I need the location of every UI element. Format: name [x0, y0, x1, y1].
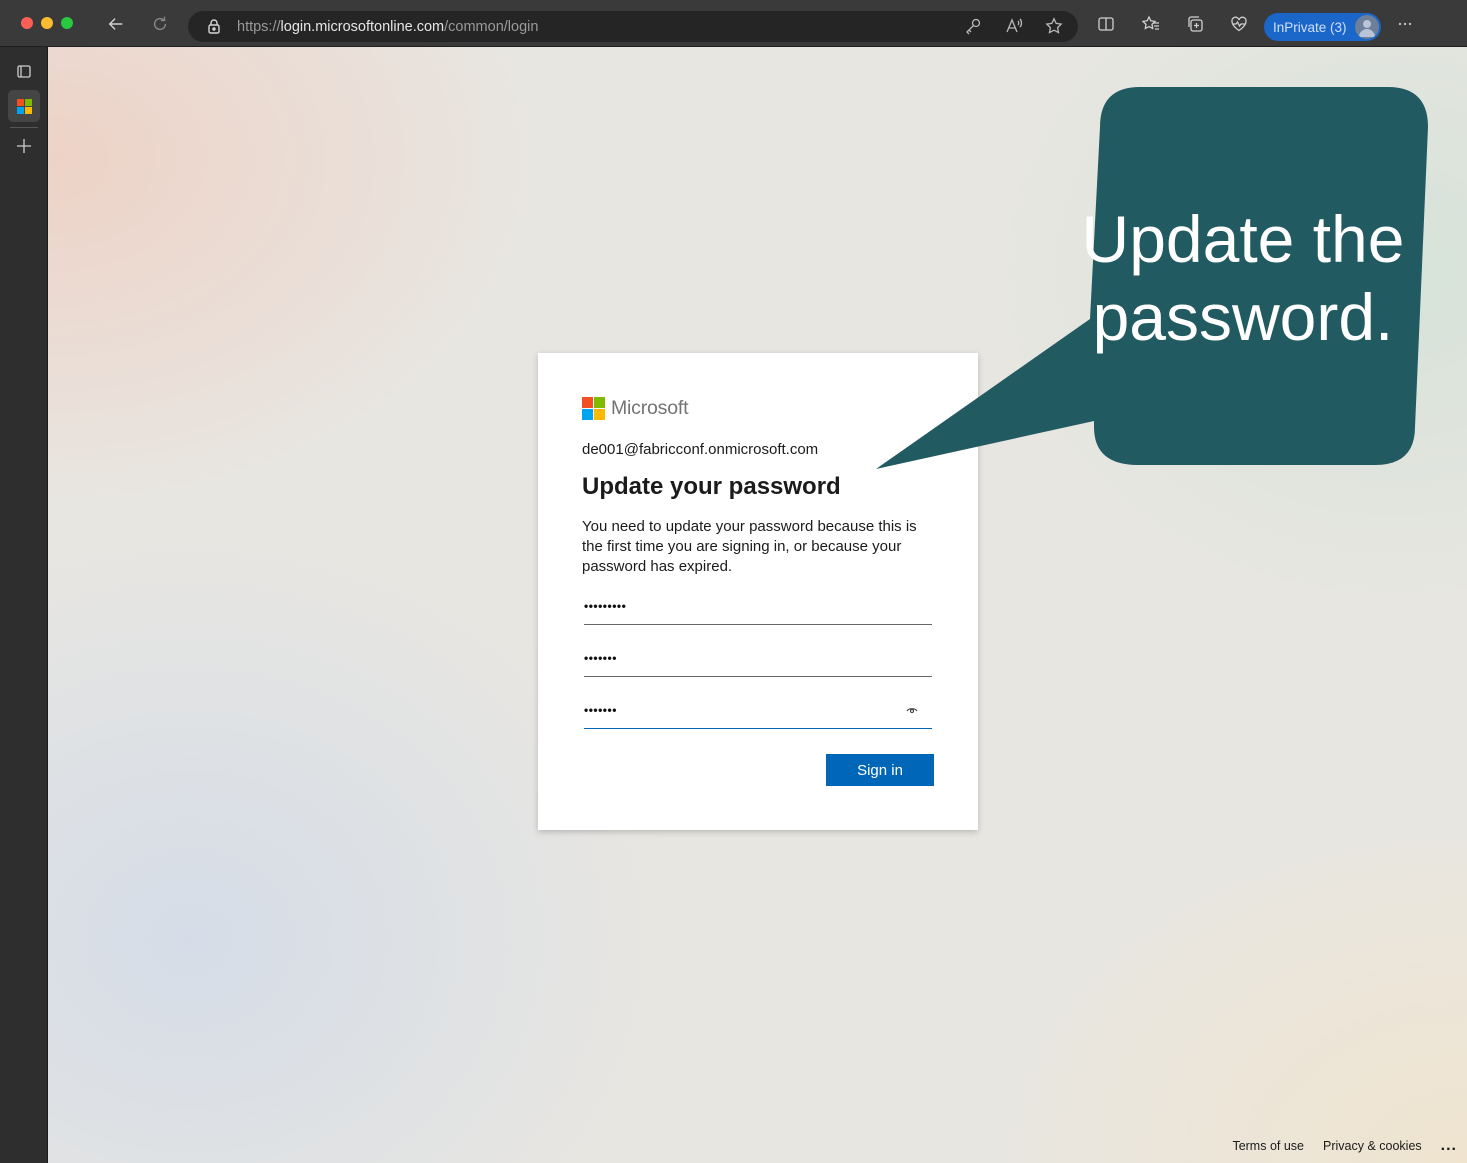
callout-text: Update the password. [1048, 200, 1438, 356]
new-password-field[interactable] [584, 643, 932, 677]
microsoft-favicon-icon [16, 98, 32, 114]
terms-of-use-link[interactable]: Terms of use [1232, 1139, 1304, 1153]
microsoft-squares-icon [582, 397, 605, 420]
page-title: Update your password [582, 473, 841, 500]
current-password-value: ••••••••• [584, 599, 627, 613]
current-password-field[interactable] [584, 591, 932, 625]
inprivate-label: InPrivate (3) [1273, 19, 1347, 35]
maximize-window-button[interactable] [61, 17, 73, 29]
read-aloud-icon[interactable] [1005, 17, 1023, 35]
microsoft-wordmark: Microsoft [611, 397, 689, 419]
key-icon[interactable] [964, 17, 982, 35]
minimize-window-button[interactable] [41, 17, 53, 29]
new-tab-plus-icon[interactable] [8, 130, 40, 162]
sign-in-button[interactable]: Sign in [826, 754, 934, 786]
refresh-icon[interactable] [147, 11, 173, 37]
address-bar[interactable]: https://login.microsoftonline.com/common… [188, 11, 1078, 42]
back-arrow-icon[interactable] [103, 11, 129, 37]
favorite-star-icon[interactable] [1045, 17, 1063, 35]
confirm-password-value: ••••••• [584, 703, 617, 717]
confirm-password-field[interactable] [584, 695, 932, 729]
split-screen-icon[interactable] [1093, 11, 1119, 37]
favorites-icon[interactable] [1138, 11, 1164, 37]
browser-essentials-icon[interactable] [1226, 11, 1252, 37]
profile-avatar-icon[interactable] [1355, 15, 1379, 39]
browser-toolbar: https://login.microsoftonline.com/common… [0, 0, 1467, 47]
vertical-tabs-sidebar [0, 47, 48, 1163]
more-options-icon[interactable] [1392, 11, 1418, 37]
account-identity[interactable]: de001@fabricconf.onmicrosoft.com [582, 441, 818, 458]
close-window-button[interactable] [21, 17, 33, 29]
microsoft-logo: Microsoft [582, 397, 688, 420]
new-password-value: ••••••• [584, 651, 617, 665]
inprivate-badge[interactable]: InPrivate (3) [1264, 13, 1381, 41]
reveal-password-eye-icon[interactable] [906, 705, 918, 715]
callout-line-2: password. [1092, 280, 1394, 354]
callout-line-1: Update the [1081, 202, 1405, 276]
tab-actions-icon[interactable] [8, 55, 40, 87]
url-text[interactable]: https://login.microsoftonline.com/common… [237, 19, 538, 35]
tab-microsoft-login[interactable] [8, 90, 40, 122]
collections-icon[interactable] [1182, 11, 1208, 37]
lock-icon[interactable] [206, 18, 222, 34]
privacy-cookies-link[interactable]: Privacy & cookies [1323, 1139, 1422, 1153]
page-content: Microsoft de001@fabricconf.onmicrosoft.c… [48, 47, 1467, 1163]
sidebar-divider [10, 127, 38, 128]
footer-more-options-icon[interactable]: ... [1441, 1137, 1457, 1155]
page-footer: Terms of use Privacy & cookies ... [1232, 1137, 1467, 1155]
